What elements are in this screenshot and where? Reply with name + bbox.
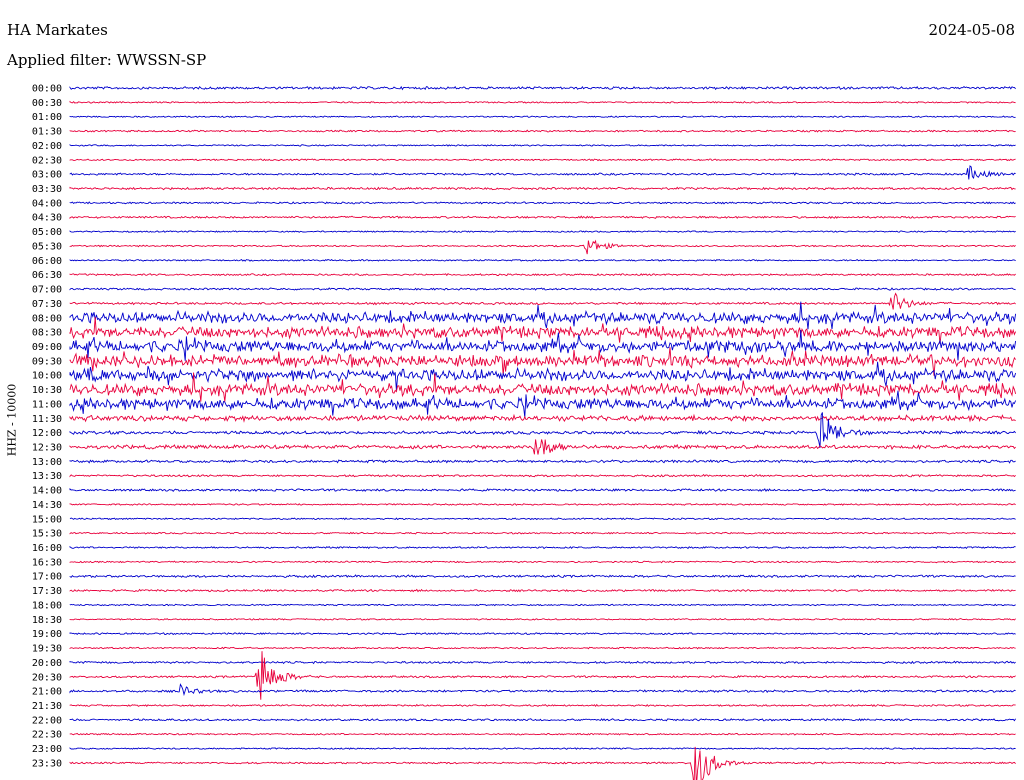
trace-row (69, 732, 1016, 736)
trace-row (69, 560, 1016, 564)
row-time-label: 10:00 (32, 371, 62, 382)
trace-row (69, 603, 1016, 607)
row-time-label: 17:00 (32, 572, 62, 583)
row-time-label: 05:00 (32, 227, 62, 238)
trace-row (69, 531, 1016, 535)
row-time-label: 23:00 (32, 744, 62, 755)
row-time-label: 09:30 (32, 356, 62, 367)
row-time-label: 17:30 (32, 586, 62, 597)
row-time-label: 14:00 (32, 486, 62, 497)
trace-row (69, 292, 1016, 310)
row-time-label: 01:30 (32, 127, 62, 138)
row-time-label: 12:30 (32, 443, 62, 454)
trace-row (69, 632, 1016, 636)
row-time-label: 18:30 (32, 615, 62, 626)
trace-row (69, 85, 1016, 91)
trace-row (69, 488, 1016, 493)
trace-row (69, 459, 1016, 464)
trace-row (69, 617, 1016, 621)
trace-row (69, 545, 1016, 550)
row-time-label: 05:30 (32, 241, 62, 252)
trace-row (69, 503, 1016, 506)
trace-row (69, 215, 1016, 219)
trace-row (69, 158, 1016, 162)
trace-row (69, 239, 1016, 255)
row-time-label: 21:00 (32, 687, 62, 698)
row-time-label: 20:00 (32, 658, 62, 669)
trace-row (69, 574, 1016, 579)
trace-row (69, 100, 1016, 104)
trace-row (69, 301, 1017, 330)
row-time-label: 08:30 (32, 328, 62, 339)
row-time-label: 04:00 (32, 198, 62, 209)
row-time-label: 15:30 (32, 529, 62, 540)
trace-row (69, 588, 1016, 593)
row-time-label: 08:00 (32, 313, 62, 324)
row-time-label: 06:00 (32, 256, 62, 267)
trace-row (69, 287, 1016, 291)
trace-row (69, 747, 1016, 750)
row-time-label: 11:30 (32, 414, 62, 425)
trace-row (69, 186, 1016, 191)
row-time-label: 02:30 (32, 155, 62, 166)
trace-row (69, 115, 1016, 118)
trace-row (69, 473, 1016, 478)
row-time-label: 11:00 (32, 399, 62, 410)
row-time-label: 02:00 (32, 141, 62, 152)
row-time-label: 00:00 (32, 84, 62, 95)
trace-row (69, 144, 1016, 147)
row-time-label: 21:30 (32, 701, 62, 712)
row-time-label: 18:00 (32, 600, 62, 611)
trace-row (69, 258, 1016, 262)
trace-row (69, 129, 1016, 133)
trace-row (69, 683, 1016, 697)
row-time-label: 01:00 (32, 112, 62, 123)
row-time-label: 19:00 (32, 629, 62, 640)
row-time-label: 16:00 (32, 543, 62, 554)
trace-row (69, 361, 1017, 391)
trace-row (69, 439, 1016, 455)
row-time-label: 23:30 (32, 758, 62, 769)
row-time-label: 22:30 (32, 730, 62, 741)
row-time-label: 22:00 (32, 715, 62, 726)
trace-row (69, 413, 1016, 423)
row-time-label: 04:30 (32, 213, 62, 224)
row-time-label: 06:30 (32, 270, 62, 281)
trace-row (69, 201, 1016, 205)
row-time-label: 00:30 (32, 98, 62, 109)
row-time-label: 15:00 (32, 514, 62, 525)
helicorder-plot: 00:00 00:30 01:00 01:30 02:00 02:30 03:00 03:30… (32, 84, 1017, 780)
row-time-label: 13:00 (32, 457, 62, 468)
row-time-label: 16:30 (32, 557, 62, 568)
trace-row (69, 746, 1016, 780)
row-time-label: 03:30 (32, 184, 62, 195)
trace-row (69, 703, 1016, 708)
row-time-label: 20:30 (32, 672, 62, 683)
row-time-label: 09:00 (32, 342, 62, 353)
trace-row (69, 718, 1016, 722)
trace-row (69, 517, 1016, 521)
row-time-label: 12:00 (32, 428, 62, 439)
trace-row (69, 273, 1016, 277)
row-time-label: 14:30 (32, 500, 62, 511)
row-time-label: 10:30 (32, 385, 62, 396)
trace-row (69, 646, 1016, 650)
row-time-label: 03:00 (32, 170, 62, 181)
trace-row (69, 660, 1016, 665)
row-time-label: 13:30 (32, 471, 62, 482)
row-time-label: 07:00 (32, 285, 62, 296)
row-time-label: 07:30 (32, 299, 62, 310)
row-time-label: 19:30 (32, 644, 62, 655)
trace-row (69, 165, 1016, 180)
trace-row (69, 230, 1016, 233)
